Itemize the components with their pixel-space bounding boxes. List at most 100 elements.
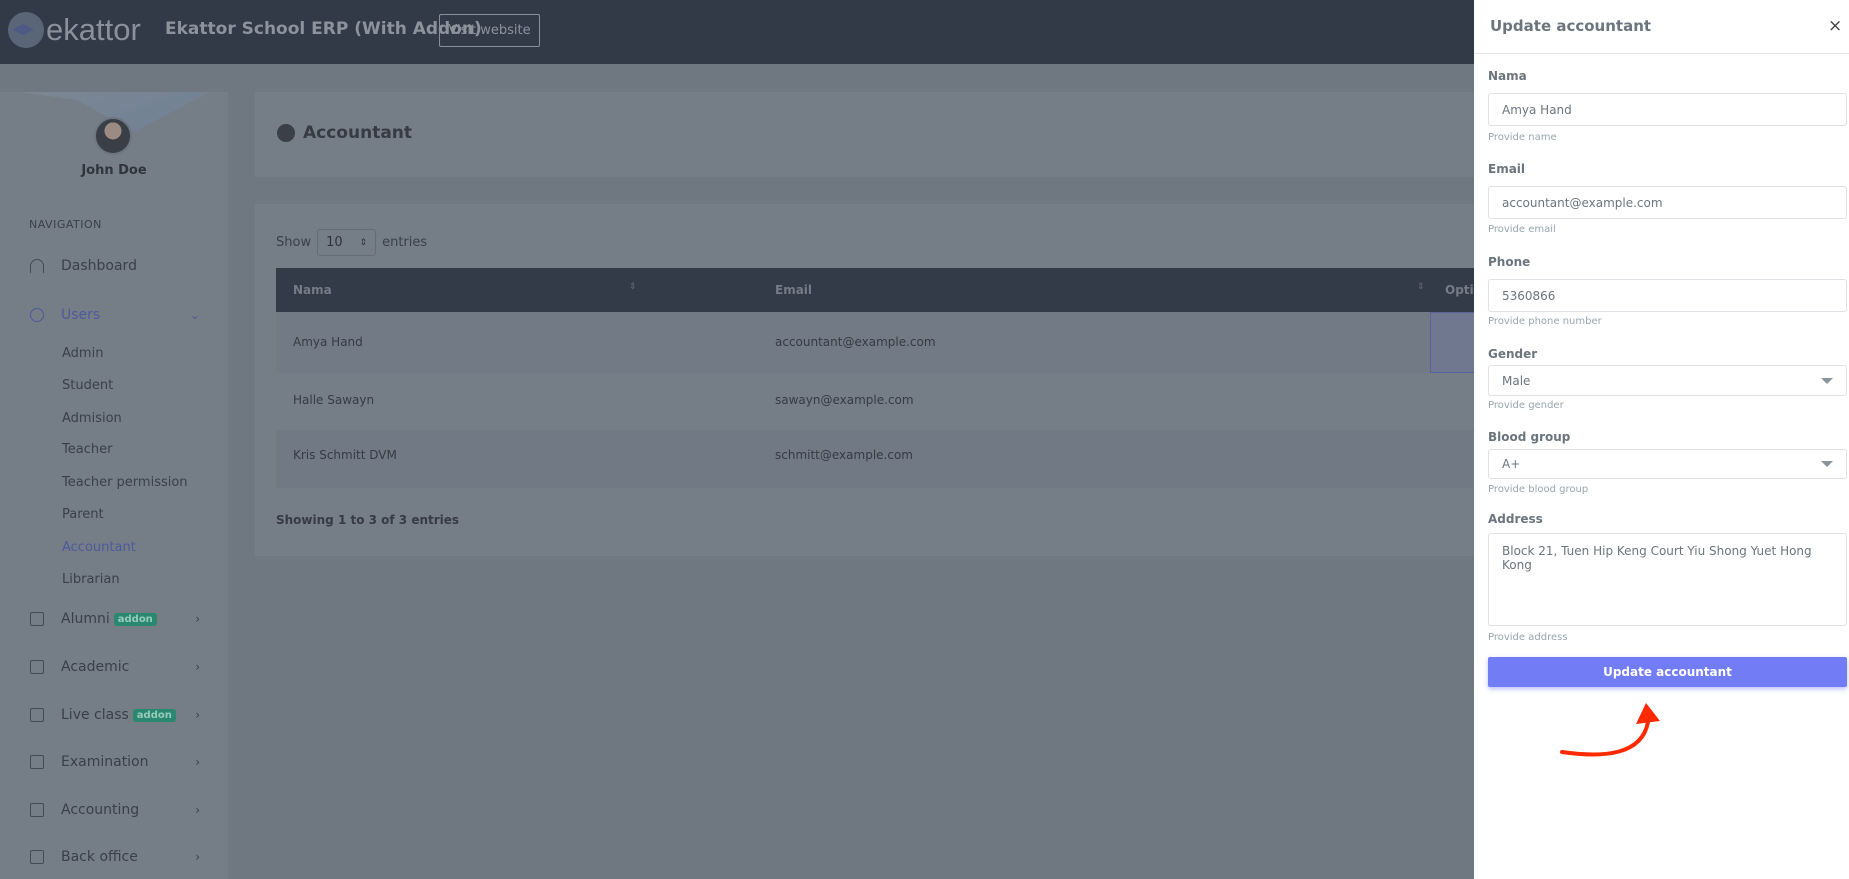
update-accountant-panel: Update accountant × Nama Amya Hand Provi… — [1474, 0, 1849, 879]
sidebar-item-dashboard[interactable]: Dashboard — [30, 258, 200, 274]
blood-group-value: A+ — [1502, 457, 1521, 471]
cell-name: Kris Schmitt DVM — [293, 448, 397, 462]
sidebar-item-academic[interactable]: Academic › — [30, 659, 200, 675]
addon-badge: addon — [113, 612, 157, 626]
email-field[interactable]: accountant@example.com — [1488, 186, 1847, 219]
sidebar-item-examination[interactable]: Examination › — [30, 754, 200, 770]
show-label: Show — [276, 235, 312, 250]
sidebar-item-accounting[interactable]: Accounting › — [30, 802, 200, 818]
dashboard-icon — [30, 259, 44, 273]
visit-website-button[interactable]: Visit website — [439, 14, 540, 47]
email-help: Provide email — [1488, 224, 1556, 235]
logo-text: ekattor — [46, 12, 141, 47]
briefcase-icon — [30, 803, 44, 817]
sidebar-sub-accountant[interactable]: Accountant — [62, 540, 136, 555]
caret-down-icon — [1821, 377, 1833, 384]
name-field[interactable]: Amya Hand — [1488, 93, 1847, 126]
sidebar-item-label: Dashboard — [61, 258, 137, 274]
cell-email: sawayn@example.com — [775, 393, 914, 407]
school-icon — [30, 660, 44, 674]
sidebar-item-alumni[interactable]: Alumni addon › — [30, 611, 200, 627]
graduation-cap-icon — [30, 612, 44, 626]
chevron-right-icon: › — [195, 612, 200, 626]
address-help: Provide address — [1488, 632, 1568, 643]
addon-badge: addon — [132, 708, 176, 722]
name-label: Nama — [1488, 69, 1527, 83]
sidebar-item-back-office[interactable]: Back office › — [30, 849, 200, 865]
sidebar-sub-admision[interactable]: Admision — [62, 411, 122, 426]
basket-icon — [30, 850, 44, 864]
sidebar-item-label: Back office — [61, 849, 138, 865]
sidebar-sub-librarian[interactable]: Librarian — [62, 572, 120, 587]
blood-group-select[interactable]: A+ — [1488, 449, 1847, 479]
sidebar-item-label: Examination — [61, 754, 149, 770]
entries-label: entries — [382, 235, 428, 250]
name-help: Provide name — [1488, 132, 1557, 143]
sidebar-sub-teacher-permission[interactable]: Teacher permission — [62, 475, 188, 490]
blood-group-help: Provide blood group — [1488, 484, 1589, 495]
gender-value: Male — [1502, 373, 1531, 388]
entries-value: 10 — [326, 235, 343, 250]
chevron-right-icon: › — [195, 708, 200, 722]
sidebar-sub-parent[interactable]: Parent — [62, 507, 104, 522]
sidebar-sub-admin[interactable]: Admin — [62, 346, 103, 361]
sort-arrows-icon: ⇕ — [359, 237, 368, 248]
table-header: Nama ⇕ Email ⇕ Optic — [276, 268, 1485, 312]
sort-icon[interactable]: ⇕ — [1417, 282, 1425, 292]
red-arrow-annotation — [1560, 703, 1660, 757]
caret-down-icon — [1821, 461, 1833, 467]
user-circle-icon — [277, 124, 295, 142]
blood-group-label: Blood group — [1488, 430, 1571, 444]
phone-help: Provide phone number — [1488, 316, 1602, 327]
sidebar-sub-teacher[interactable]: Teacher — [62, 442, 112, 457]
sidebar-item-label: Users — [61, 307, 101, 323]
phone-label: Phone — [1488, 255, 1531, 269]
page-title: Accountant — [277, 123, 412, 143]
entries-select[interactable]: 10 ⇕ — [317, 229, 377, 256]
page-title-card — [255, 92, 1485, 177]
gender-help: Provide gender — [1488, 400, 1564, 411]
logo[interactable]: ekattor — [8, 12, 141, 48]
video-icon — [30, 708, 44, 722]
clipboard-icon — [30, 755, 44, 769]
table-row[interactable]: Halle Sawayn sawayn@example.com — [276, 373, 1485, 430]
app-title: Ekattor School ERP (With Addon) — [165, 19, 482, 39]
panel-title: Update accountant — [1490, 17, 1652, 35]
cell-name: Halle Sawayn — [293, 393, 375, 407]
user-icon — [30, 308, 44, 322]
user-name: John Doe — [81, 163, 147, 178]
entries-control: Show 10 ⇕ entries — [276, 229, 427, 256]
sidebar-item-label: Academic — [61, 659, 130, 675]
sort-icon[interactable]: ⇕ — [629, 282, 637, 292]
table-row[interactable]: Kris Schmitt DVM schmitt@example.com — [276, 430, 1485, 488]
graduation-cap-icon — [8, 12, 44, 48]
divider — [1474, 53, 1849, 54]
nav-heading: NAVIGATION — [29, 218, 102, 231]
sidebar-sub-student[interactable]: Student — [62, 378, 113, 393]
sidebar-item-label: Live class — [61, 707, 129, 723]
cell-email: accountant@example.com — [775, 335, 936, 349]
chevron-right-icon: › — [195, 660, 200, 674]
chevron-right-icon: › — [195, 850, 200, 864]
update-accountant-button[interactable]: Update accountant — [1488, 657, 1847, 687]
phone-field[interactable]: 5360866 — [1488, 279, 1847, 312]
column-header-email[interactable]: Email — [775, 283, 812, 297]
cell-name: Amya Hand — [293, 335, 363, 349]
page-title-text: Accountant — [303, 123, 413, 143]
table-row[interactable]: Amya Hand accountant@example.com — [276, 312, 1490, 373]
column-header-name[interactable]: Nama — [293, 283, 332, 297]
chevron-right-icon: › — [195, 803, 200, 817]
chevron-down-icon: ⌄ — [189, 308, 200, 322]
close-icon[interactable]: × — [1828, 16, 1842, 36]
sidebar-item-users[interactable]: Users ⌄ — [30, 307, 200, 323]
gender-label: Gender — [1488, 347, 1538, 361]
cell-email: schmitt@example.com — [775, 448, 913, 462]
avatar[interactable] — [94, 117, 132, 155]
table-info: Showing 1 to 3 of 3 entries — [276, 513, 460, 527]
chevron-right-icon: › — [195, 755, 200, 769]
sidebar-item-live-class[interactable]: Live class addon › — [30, 707, 200, 723]
address-textarea[interactable]: Block 21, Tuen Hip Keng Court Yiu Shong … — [1488, 533, 1847, 626]
sidebar-item-label: Alumni — [61, 611, 110, 627]
sidebar-item-label: Accounting — [61, 802, 140, 818]
gender-select[interactable]: Male — [1488, 365, 1847, 396]
